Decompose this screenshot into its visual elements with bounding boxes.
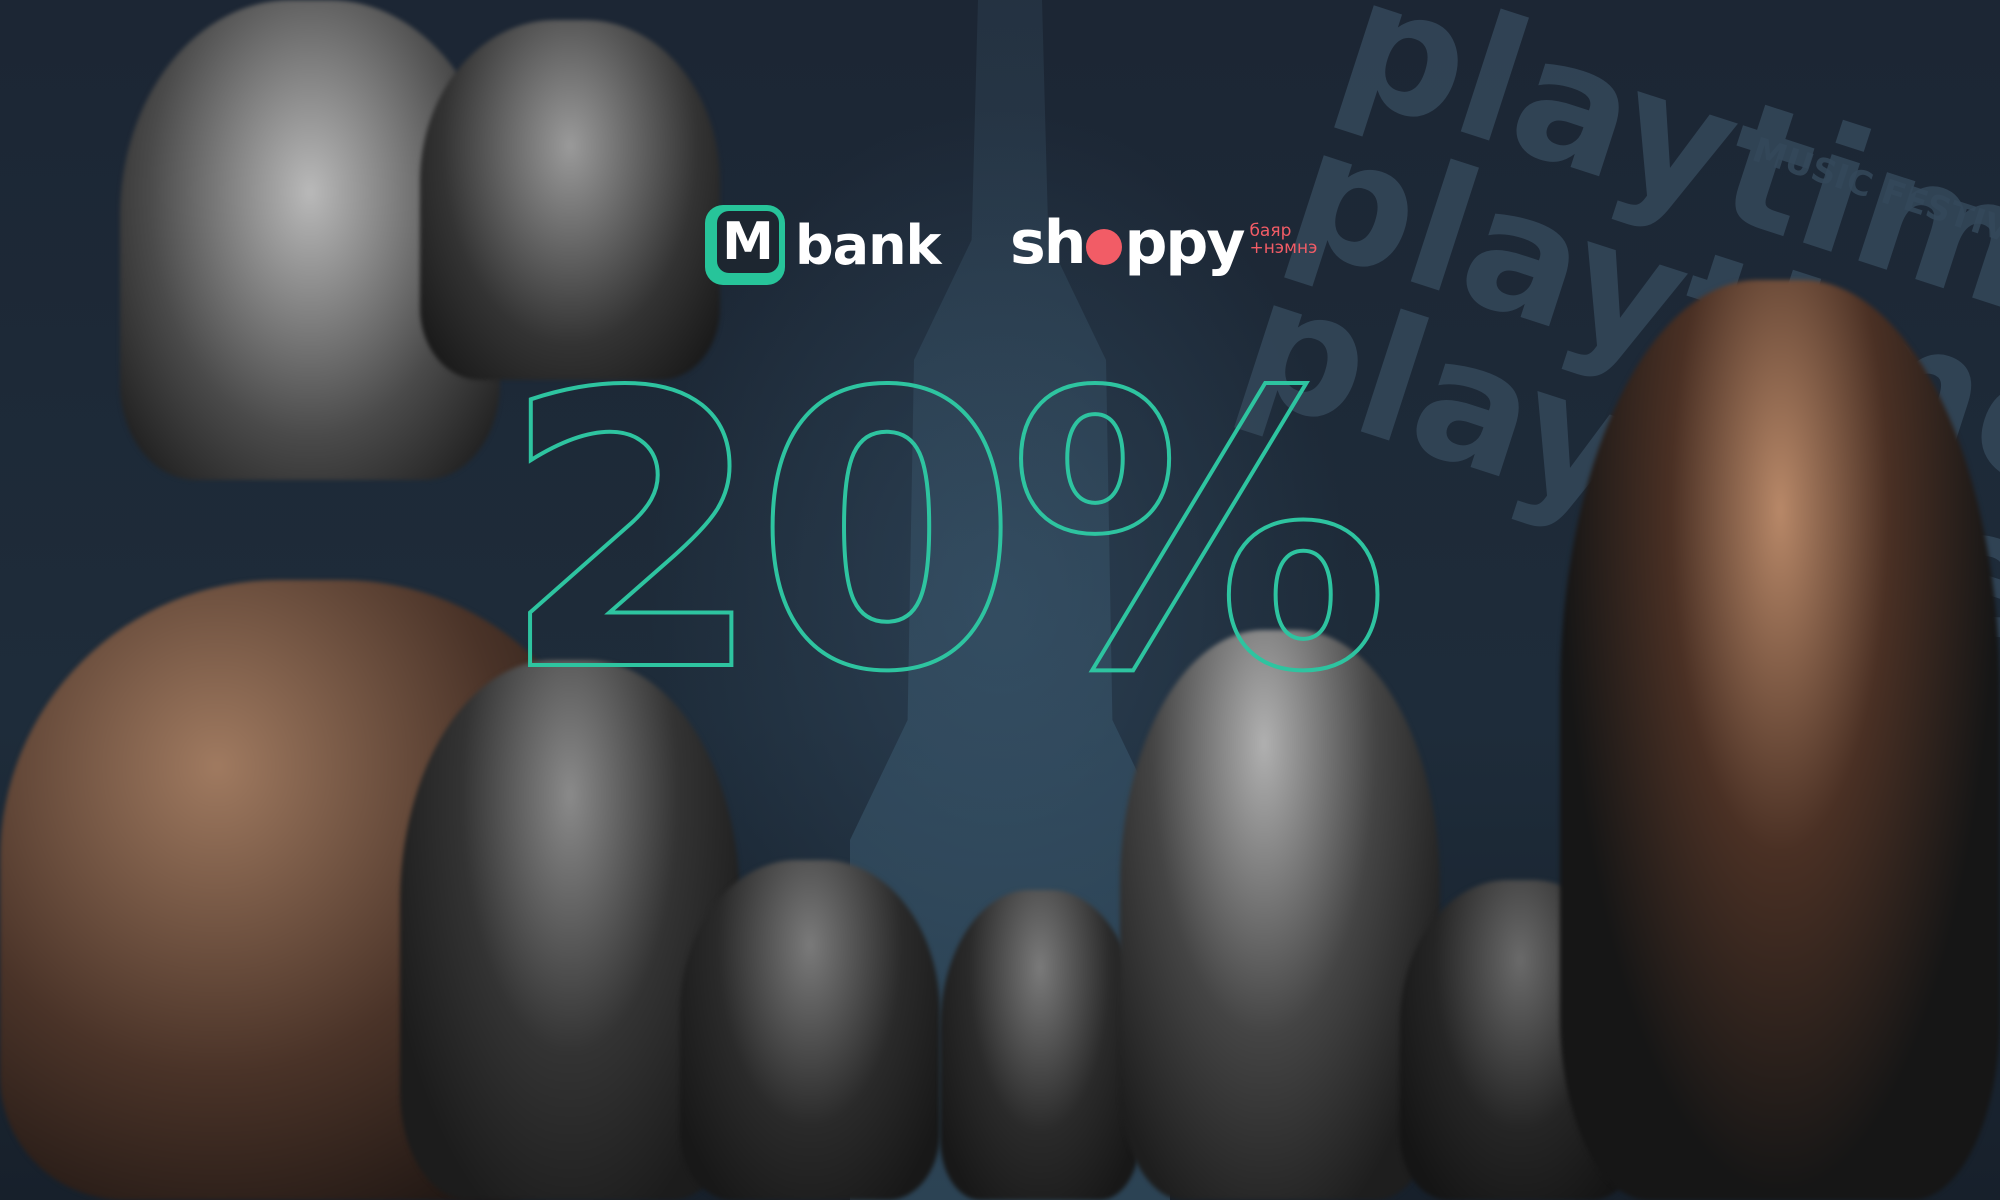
discount-text: 20% [500, 360, 1383, 700]
shoppy-logo: sh ppy баяр +нэмнэ [1010, 208, 1317, 278]
shoppy-tagline: баяр +нэмнэ [1249, 221, 1318, 258]
artist-photo [1120, 630, 1440, 1200]
mbank-logo: M bank [705, 205, 941, 285]
artist-photo [940, 890, 1140, 1200]
mbank-wordmark: bank [795, 213, 941, 277]
artist-photo [1560, 280, 2000, 1200]
shoppy-wordmark: sh ppy [1010, 208, 1245, 278]
shoppy-dot-icon [1086, 229, 1123, 265]
discount-headline: 20% [498, 360, 1395, 700]
mbank-icon: M [705, 205, 785, 285]
artist-photo [420, 20, 720, 380]
artist-photo [680, 860, 940, 1200]
